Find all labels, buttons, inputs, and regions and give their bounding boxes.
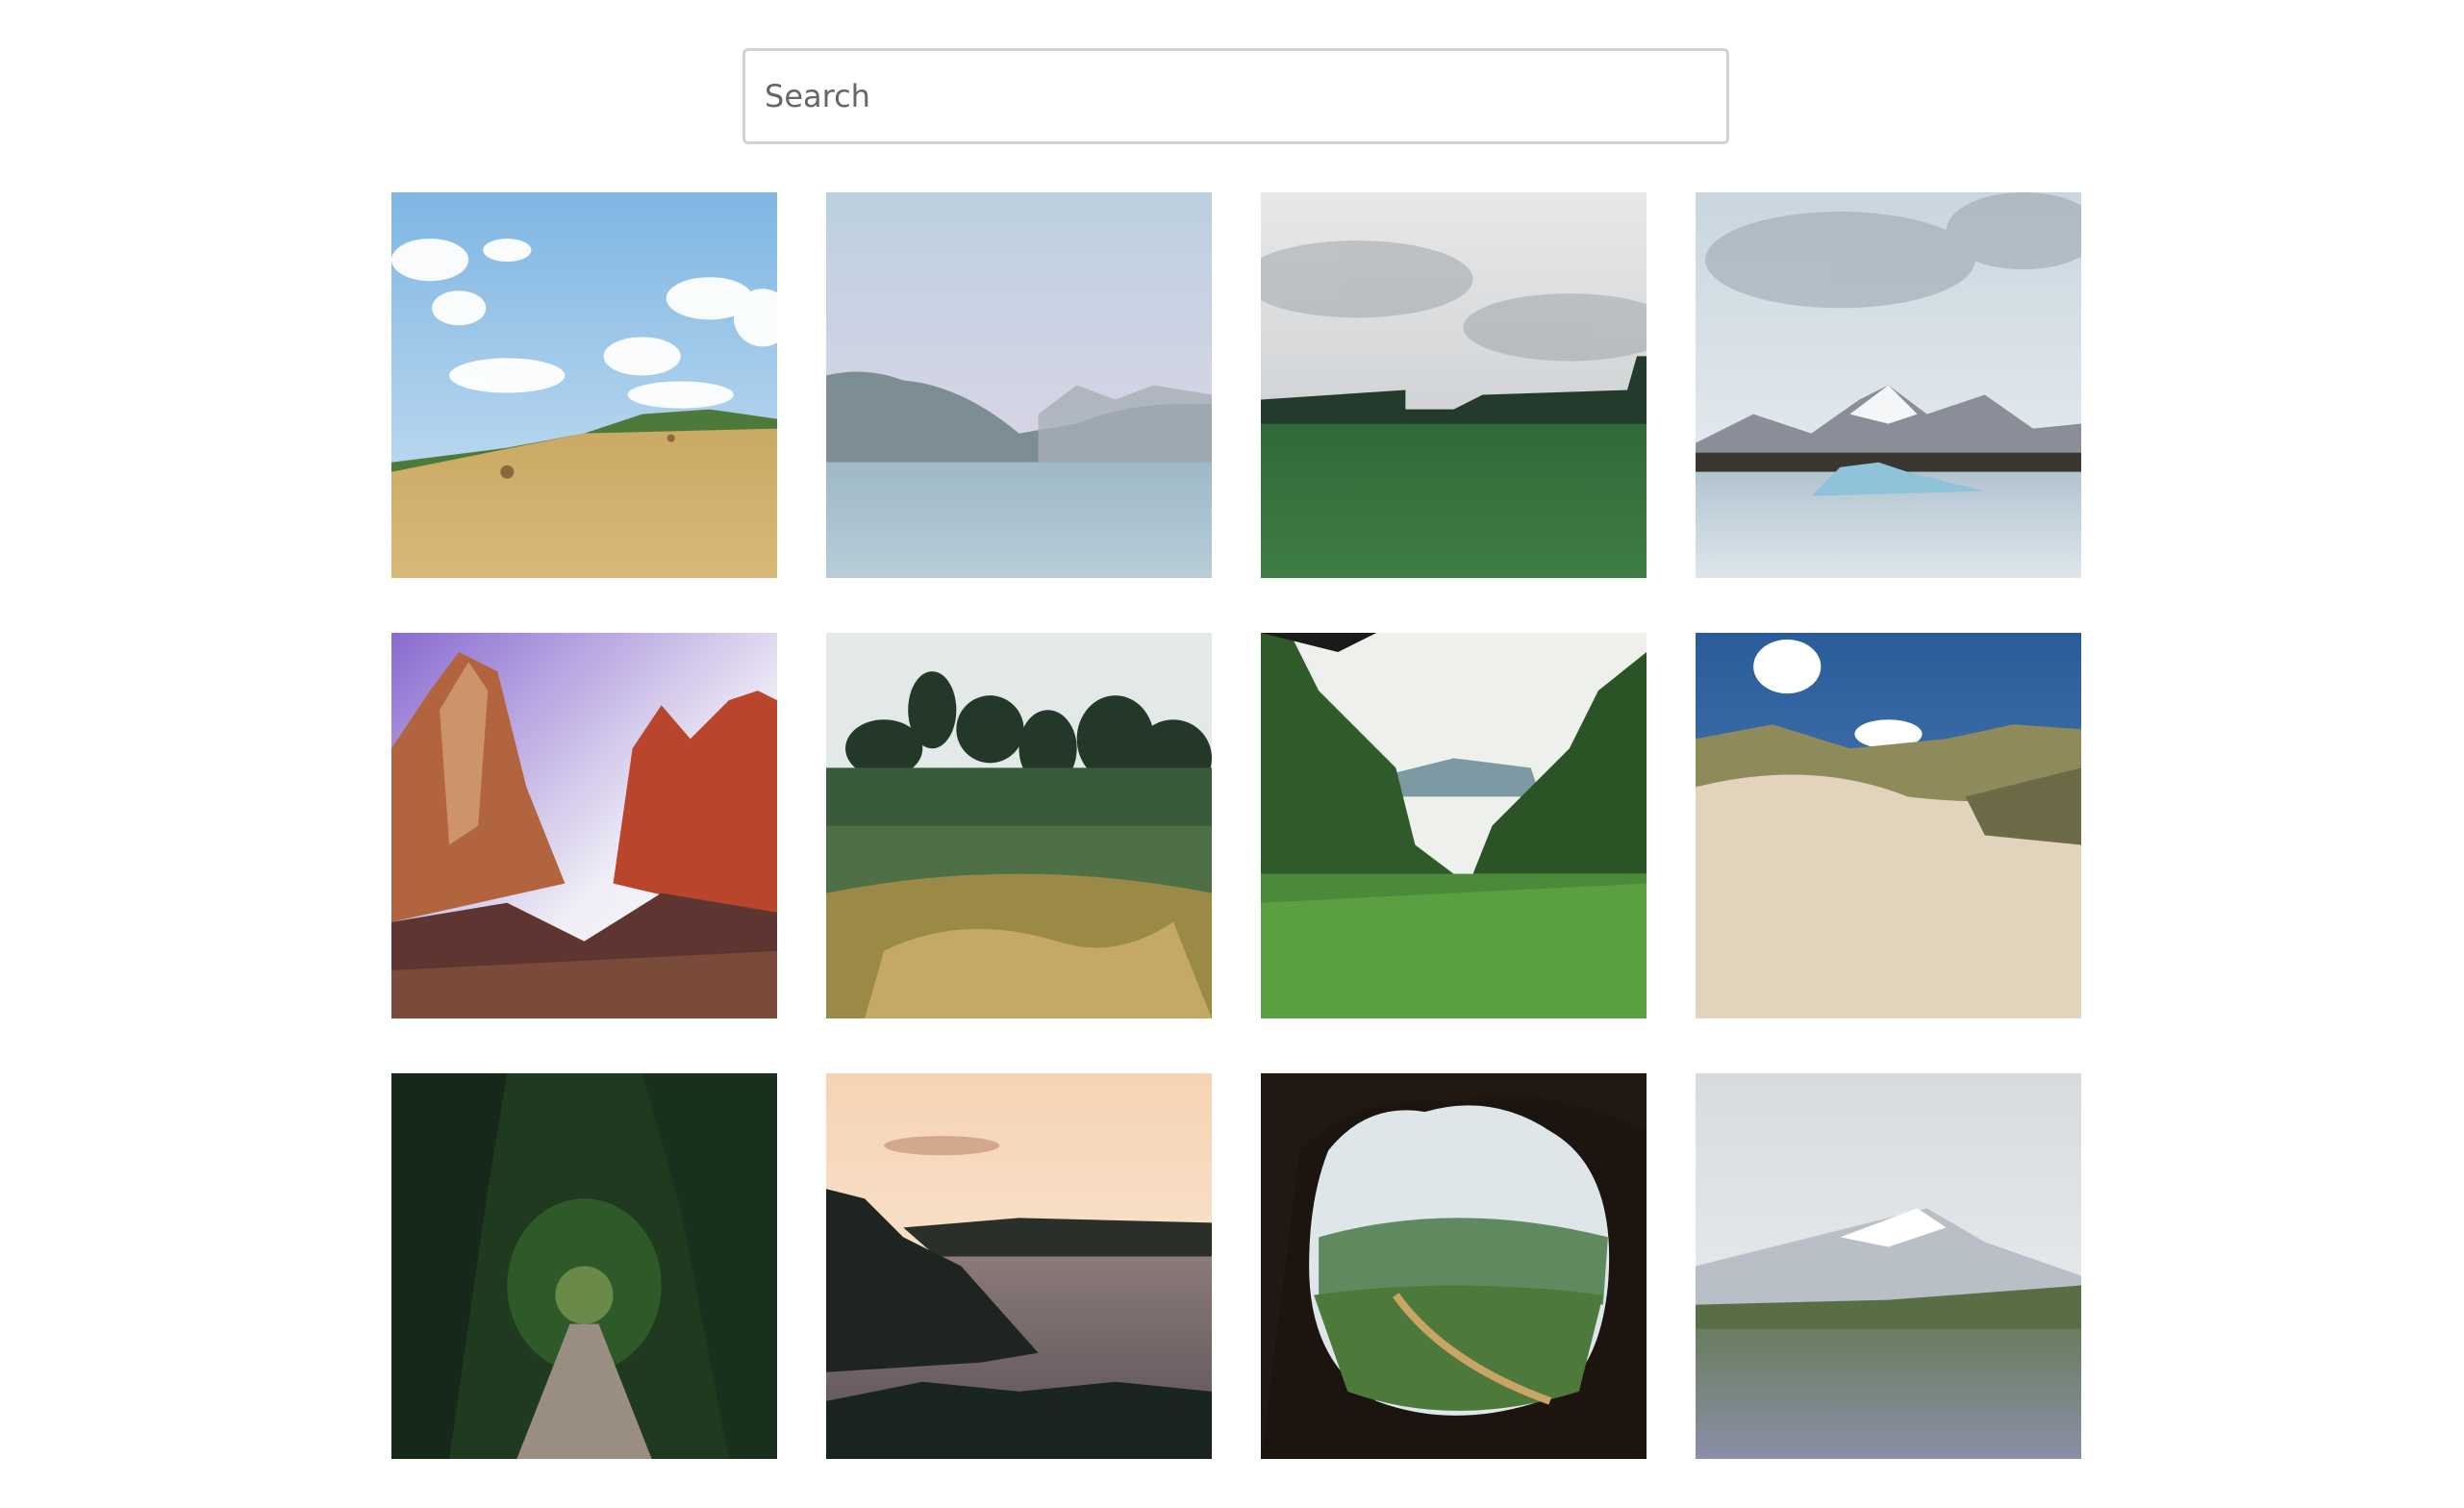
search-input[interactable] [742, 48, 1729, 144]
gallery-image-cave-opening[interactable] [1261, 1073, 1647, 1459]
gallery-image-snowy-mountain[interactable] [1696, 1073, 2081, 1459]
gallery-image-red-rock-canyon[interactable] [391, 633, 777, 1018]
gallery-image-garden-trees[interactable] [826, 633, 1212, 1018]
gallery-image-sand-dunes[interactable] [1696, 633, 2081, 1018]
image-gallery [391, 192, 2081, 1459]
gallery-image-green-field[interactable] [1261, 192, 1647, 578]
gallery-image-lake-mountains[interactable] [826, 192, 1212, 578]
gallery-image-wheat-field[interactable] [391, 192, 777, 578]
search-container [742, 48, 1729, 144]
gallery-image-glacier-lagoon[interactable] [1696, 192, 2081, 578]
gallery-image-coastal-cliffs[interactable] [826, 1073, 1212, 1459]
gallery-image-jungle-valley[interactable] [1261, 633, 1647, 1018]
gallery-image-tree-tunnel[interactable] [391, 1073, 777, 1459]
